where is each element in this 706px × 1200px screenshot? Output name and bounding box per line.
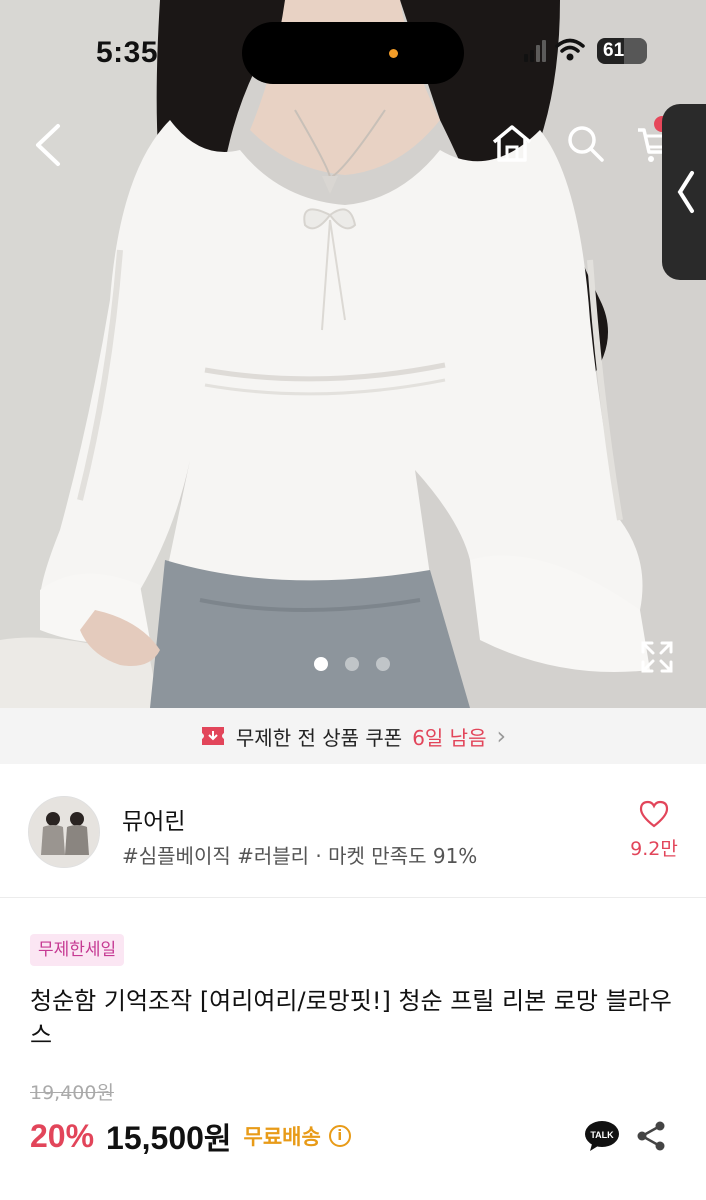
battery-indicator: 61 bbox=[597, 38, 647, 64]
coupon-banner[interactable]: 무제한 전 상품 쿠폰 6일 남음 › bbox=[0, 708, 706, 764]
shop-avatar[interactable] bbox=[28, 796, 100, 868]
dynamic-island bbox=[242, 22, 464, 84]
sale-price: 15,500원 bbox=[106, 1114, 231, 1158]
sale-price-amount: 15,500 bbox=[106, 1120, 204, 1156]
wifi-icon bbox=[555, 38, 585, 61]
search-icon[interactable] bbox=[566, 124, 606, 164]
cellular-signal-icon bbox=[524, 40, 546, 62]
kakao-talk-share-icon[interactable]: TALK bbox=[584, 1120, 620, 1152]
talk-label: TALK bbox=[590, 1130, 614, 1140]
pagination-dot-active[interactable] bbox=[314, 657, 328, 671]
back-arrow-icon[interactable] bbox=[30, 122, 66, 168]
expand-fullscreen-icon[interactable] bbox=[640, 640, 674, 674]
pagination-dot[interactable] bbox=[376, 657, 390, 671]
gallery-pagination[interactable] bbox=[314, 657, 390, 671]
info-icon[interactable]: i bbox=[328, 1125, 351, 1147]
shop-tags: #심플베이직 #러블리 · 마켓 만족도 91% bbox=[122, 844, 478, 868]
sale-badge: 무제한세일 bbox=[30, 934, 125, 966]
price-row: 20% 15,500원 무료배송 i bbox=[30, 1114, 351, 1158]
chevron-right-icon: › bbox=[496, 722, 507, 750]
share-icon[interactable] bbox=[636, 1120, 666, 1152]
original-price: 19,400원 bbox=[30, 1082, 114, 1104]
status-time: 5:35 bbox=[96, 36, 159, 69]
product-photo-illustration bbox=[0, 0, 706, 708]
shop-info[interactable]: 뮤어린 #심플베이직 #러블리 · 마켓 만족도 91% 9.2만 bbox=[0, 764, 706, 898]
chevron-left-icon bbox=[677, 171, 694, 213]
shop-favorite-button[interactable]: 9.2만 bbox=[626, 800, 682, 861]
pagination-dot[interactable] bbox=[345, 657, 359, 671]
product-title: 청순함 기억조작 [여리여리/로망핏!] 청순 프릴 리본 로망 블라우스 bbox=[30, 987, 672, 1049]
home-icon[interactable] bbox=[490, 122, 534, 166]
free-shipping-label: 무료배송 bbox=[243, 1125, 321, 1149]
shop-like-count: 9.2만 bbox=[630, 838, 678, 860]
sale-price-unit: 원 bbox=[203, 1122, 232, 1157]
shop-name[interactable]: 뮤어린 bbox=[122, 802, 185, 836]
shop-avatar-image bbox=[29, 797, 99, 867]
product-photo[interactable]: 5:35 61 bbox=[0, 0, 706, 708]
coupon-icon bbox=[201, 727, 224, 745]
discount-rate: 20% bbox=[30, 1117, 95, 1154]
recording-indicator-icon bbox=[389, 49, 398, 58]
side-drawer-tab[interactable] bbox=[662, 104, 706, 280]
coupon-days-left: 6일 남음 bbox=[412, 725, 487, 750]
heart-icon bbox=[639, 800, 669, 828]
coupon-text: 무제한 전 상품 쿠폰 bbox=[235, 725, 403, 750]
